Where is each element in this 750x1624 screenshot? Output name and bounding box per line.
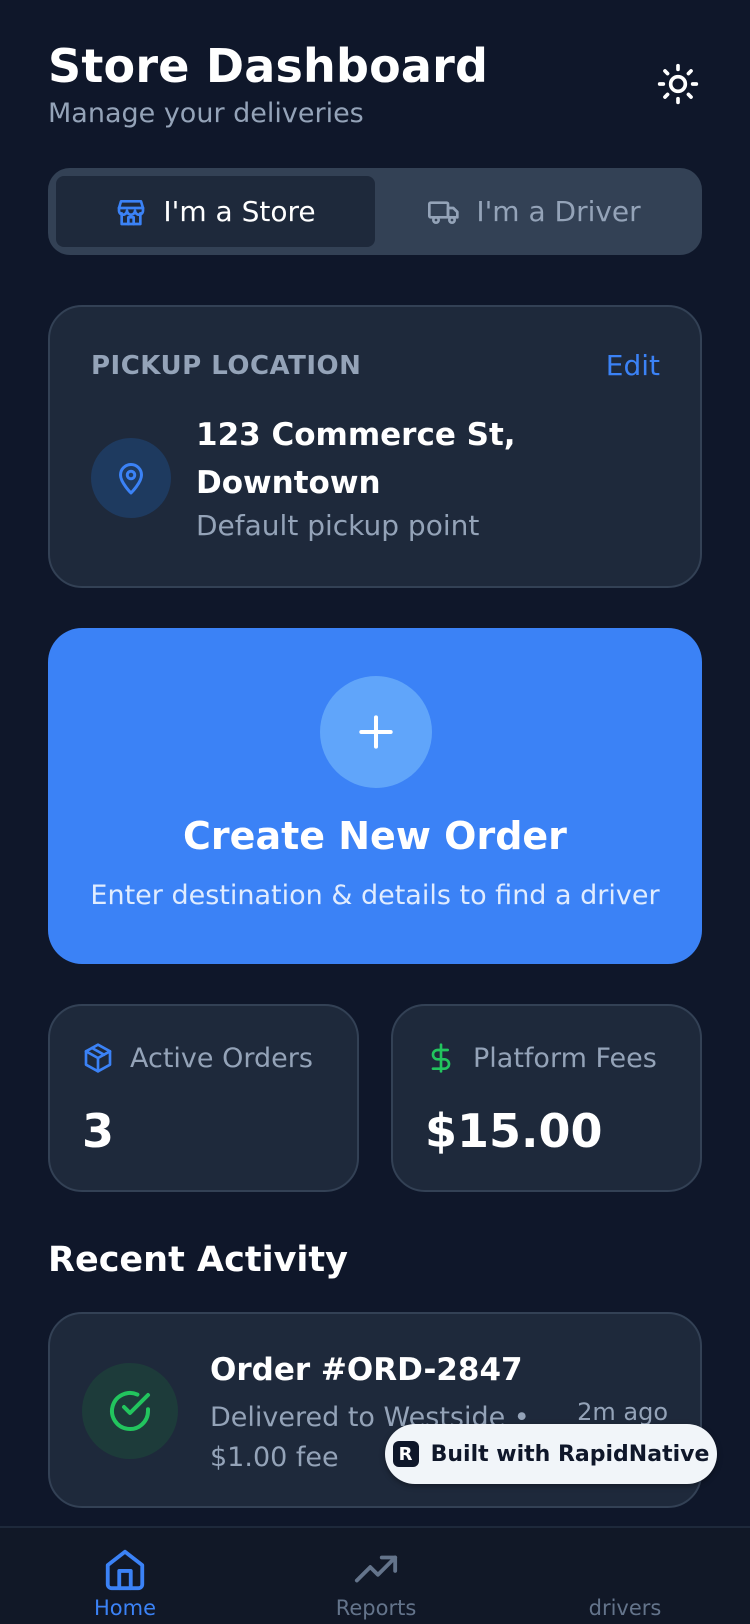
pickup-location-label: PICKUP LOCATION	[91, 351, 362, 381]
driver-role-label: I'm a Driver	[476, 195, 641, 228]
status-badge	[82, 1363, 178, 1459]
nav-reports[interactable]: Reports	[276, 1542, 476, 1620]
package-icon	[84, 1043, 112, 1073]
platform-fees-header: Platform Fees	[425, 1042, 657, 1074]
platform-fees-value: $15.00	[425, 1104, 603, 1158]
header: Store Dashboard Manage your deliveries	[48, 36, 702, 136]
rapidnative-logo-icon: R	[392, 1441, 419, 1467]
page-subtitle: Manage your deliveries	[48, 98, 364, 129]
built-with-badge[interactable]: R Built with RapidNative	[385, 1424, 717, 1484]
create-order-subtitle: Enter destination & details to find a dr…	[90, 880, 660, 911]
nav-reports-label: Reports	[335, 1596, 417, 1620]
order-id: Order #ORD-2847	[210, 1352, 523, 1388]
pickup-address: 123 Commerce St, Downtown	[196, 417, 516, 501]
order-time: 2m ago	[577, 1398, 668, 1426]
active-orders-label: Active Orders	[130, 1042, 313, 1074]
pickup-note: Default pickup point	[196, 509, 480, 542]
create-order-title: Create New Order	[183, 814, 567, 858]
store-role-label: I'm a Store	[163, 195, 316, 228]
truck-icon	[428, 200, 459, 224]
store-icon	[118, 199, 145, 225]
nav-home[interactable]: Home	[25, 1542, 225, 1620]
store-role-tab[interactable]: I'm a Store	[56, 176, 375, 247]
dollar-icon	[431, 1043, 451, 1073]
pickup-location-card: PICKUP LOCATION Edit 123 Commerce St, Do…	[48, 305, 702, 588]
home-icon	[105, 1549, 145, 1591]
active-orders-card[interactable]: Active Orders 3	[48, 1004, 359, 1192]
check-circle-icon	[110, 1391, 150, 1431]
sun-icon	[657, 63, 699, 105]
nav-drivers[interactable]: drivers	[525, 1542, 725, 1620]
active-orders-value: 3	[82, 1104, 115, 1158]
trending-up-icon	[354, 1555, 398, 1583]
platform-fees-label: Platform Fees	[473, 1042, 657, 1074]
nav-home-label: Home	[93, 1596, 156, 1620]
nav-drivers-label: drivers	[588, 1596, 662, 1620]
location-pin-badge	[91, 438, 171, 518]
plus-icon	[359, 715, 393, 749]
store-dashboard-screen: Store Dashboard Manage your deliveries I…	[0, 0, 750, 1624]
page-title: Store Dashboard	[48, 39, 489, 93]
edit-pickup-link[interactable]: Edit	[606, 349, 660, 382]
create-order-button[interactable]: Create New Order Enter destination & det…	[48, 628, 702, 964]
map-pin-icon	[119, 463, 143, 495]
driver-role-tab[interactable]: I'm a Driver	[375, 176, 694, 247]
recent-activity-title: Recent Activity	[48, 1240, 348, 1280]
platform-fees-card[interactable]: Platform Fees $15.00	[391, 1004, 702, 1192]
role-toggle: I'm a Store I'm a Driver	[48, 168, 702, 255]
bottom-nav: Home Reports drivers	[0, 1526, 750, 1624]
plus-badge	[320, 676, 432, 788]
active-orders-header: Active Orders	[82, 1042, 313, 1074]
theme-toggle-button[interactable]	[654, 60, 702, 108]
built-with-label: Built with RapidNative	[430, 1441, 710, 1467]
